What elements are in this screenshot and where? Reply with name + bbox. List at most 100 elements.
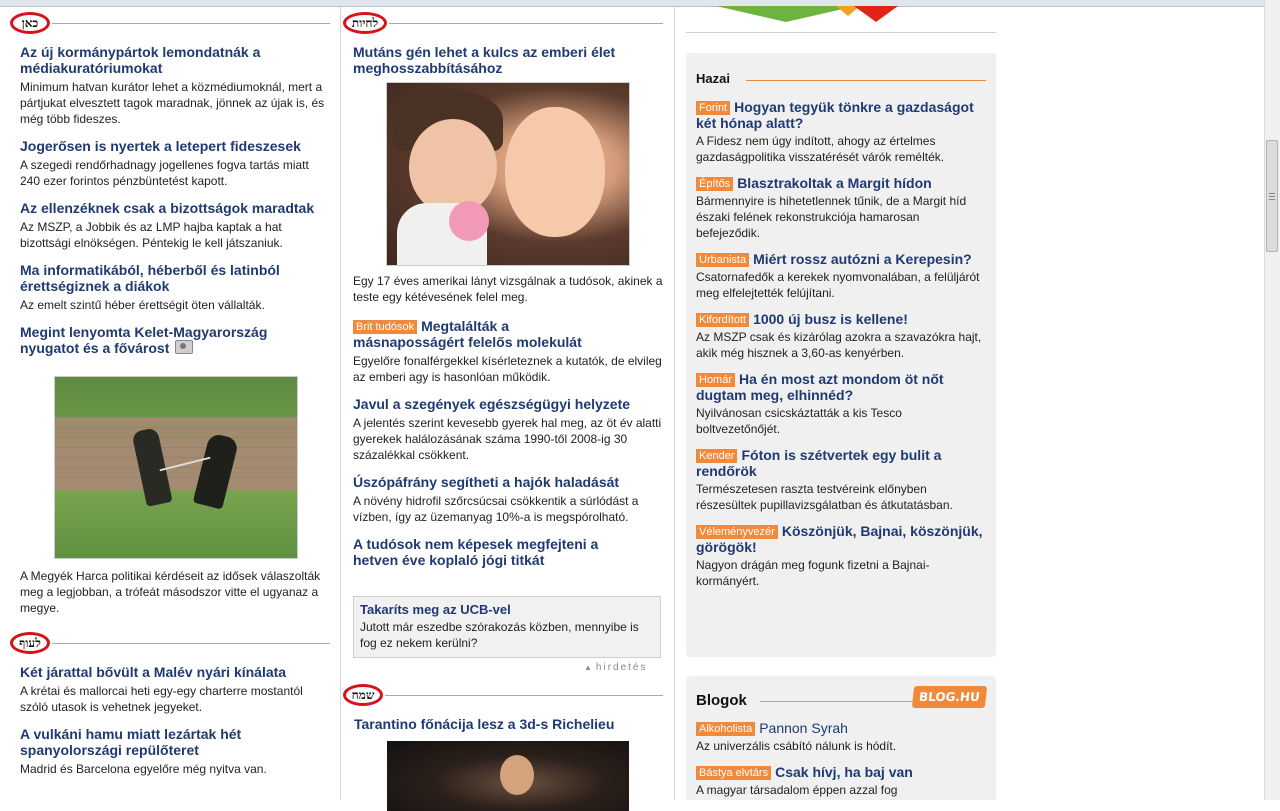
middle-articles: Egy 17 éves amerikai lányt vizsgálnak a … bbox=[353, 273, 663, 579]
article-photo-fencing[interactable] bbox=[54, 376, 298, 559]
article-title[interactable]: Jogerősen is nyertek a letepert fideszes… bbox=[20, 138, 330, 154]
article-title[interactable]: Véleményvezér Köszönjük, Bajnai, köszönjü… bbox=[696, 523, 986, 555]
article-tag[interactable]: Forint bbox=[696, 101, 731, 115]
header-graphic bbox=[716, 6, 898, 22]
article-lead: A növény hidrofil szőrcsúcsai csökkentik… bbox=[353, 494, 639, 524]
vertical-scrollbar[interactable] bbox=[1264, 0, 1280, 800]
article-title[interactable]: Alkoholista Pannon Syrah bbox=[696, 720, 986, 736]
article-tag[interactable]: Véleményvezér bbox=[696, 525, 778, 539]
article-title[interactable]: Forint Hogyan tegyük tönkre a gazdaságot … bbox=[696, 99, 986, 131]
article-title[interactable]: Javul a szegények egészségügyi helyzete bbox=[353, 396, 663, 412]
article-title[interactable]: Urbanista Miért rossz autózni a Kerepesin… bbox=[696, 251, 986, 267]
article: Építős Blasztrakoltak a Margit hídon Bárm… bbox=[696, 175, 986, 241]
article-title[interactable]: Bástya elvtárs Csak hívj, ha baj van bbox=[696, 764, 986, 780]
article: Bástya elvtárs Csak hívj, ha baj van A ma… bbox=[696, 764, 986, 798]
article-title[interactable]: Tarantino főnácija lesz a 3d-s Richelieu bbox=[354, 716, 663, 732]
article: Kender Fóton is szétvertek egy bulit a re… bbox=[696, 447, 986, 513]
article-title[interactable]: Homár Ha én most azt mondom öt nőt dugtam… bbox=[696, 371, 986, 403]
article-title[interactable]: Kifordított 1000 új busz is kellene! bbox=[696, 311, 986, 327]
article: Az új kormánypártok lemondatnák a médiak… bbox=[20, 44, 330, 127]
section-rule bbox=[52, 23, 330, 24]
article-title[interactable]: Ma informatikából, héberből és latinból … bbox=[20, 262, 310, 294]
ad-title[interactable]: Takaríts meg az UCB-vel bbox=[360, 602, 654, 618]
article-lead: Az MSZP csak és kizárólag azokra a szava… bbox=[696, 330, 982, 360]
article: Javul a szegények egészségügyi helyzete … bbox=[353, 396, 663, 463]
article: Két járattal bővült a Malév nyári kínála… bbox=[20, 664, 330, 715]
article: Véleményvezér Köszönjük, Bajnai, köszönjü… bbox=[696, 523, 986, 589]
article-lead: Az emelt szintű héber érettségit öten vá… bbox=[20, 298, 265, 312]
article: Ma informatikából, héberből és latinból … bbox=[20, 262, 330, 313]
article: Úszópáfrány segítheti a hajók haladását … bbox=[353, 474, 663, 525]
section-tag-ring[interactable]: שמח bbox=[343, 684, 383, 706]
article-tag[interactable]: Homár bbox=[696, 373, 736, 387]
article: Egy 17 éves amerikai lányt vizsgálnak a … bbox=[353, 273, 663, 305]
article-lead: A jelentés szerint kevesebb gyerek hal m… bbox=[353, 416, 662, 462]
article: Alkoholista Pannon Syrah Az univerzális c… bbox=[696, 720, 986, 754]
browser-top-border bbox=[0, 6, 1264, 7]
article-lead: A magyar társadalom éppen azzal fog bbox=[696, 783, 898, 797]
article: Az ellenzéknek csak a bizottságok maradt… bbox=[20, 200, 330, 251]
ad-text: Jutott már eszedbe szórakozás közben, me… bbox=[360, 620, 639, 650]
article-title-text: 1000 új busz is kellene! bbox=[753, 311, 908, 327]
article-title[interactable]: Megint lenyomta Kelet-Magyarország nyuga… bbox=[20, 324, 300, 356]
article-lead: A szegedi rendőrhadnagy jogellenes fogva… bbox=[20, 158, 309, 188]
scrollbar-grip-icon bbox=[1269, 193, 1275, 201]
article-tag[interactable]: Kifordított bbox=[696, 313, 750, 327]
article: Jogerősen is nyertek a letepert fideszes… bbox=[20, 138, 330, 189]
panel-title: Blogok bbox=[696, 692, 747, 709]
article-tag[interactable]: Építős bbox=[696, 177, 734, 191]
panel-rule bbox=[746, 80, 986, 81]
article: A tudósok nem képesek megfejteni a hetve… bbox=[353, 536, 663, 568]
photo-gallery-icon bbox=[175, 340, 194, 354]
article-title-text: Hogyan tegyük tönkre a gazdaságot két hó… bbox=[696, 99, 974, 131]
article: Brit tudósok Megtalálták a másnaposságért… bbox=[353, 318, 663, 385]
section-tag-ring[interactable]: לעוף bbox=[10, 632, 50, 654]
panel-header: Hazai bbox=[696, 69, 986, 95]
article-lead-block: A Megyék Harca politikai kérdéseit az id… bbox=[20, 565, 330, 616]
ad-box[interactable]: Takaríts meg az UCB-vel Jutott már eszed… bbox=[353, 596, 661, 658]
article: A vulkáni hamu miatt lezártak hét spanyo… bbox=[20, 726, 330, 777]
article-tag[interactable]: Urbanista bbox=[696, 253, 750, 267]
article-title-text: Csak hívj, ha baj van bbox=[775, 764, 913, 780]
article-tag[interactable]: Kender bbox=[696, 449, 738, 463]
article-lead: Az MSZP, a Jobbik és az LMP hajba kaptak… bbox=[20, 220, 283, 250]
right-column-rule bbox=[686, 32, 996, 33]
article-tag[interactable]: Bástya elvtárs bbox=[696, 766, 772, 780]
panel-header: Blogok BLOG.HU bbox=[696, 686, 988, 716]
article-title[interactable]: Az ellenzéknek csak a bizottságok maradt… bbox=[20, 200, 330, 216]
article-photo-movie[interactable] bbox=[387, 741, 629, 811]
article-title[interactable]: Kender Fóton is szétvertek egy bulit a re… bbox=[696, 447, 986, 479]
section-rule bbox=[389, 23, 663, 24]
section-tag-ring[interactable]: לחיות bbox=[343, 12, 387, 34]
article: Megint lenyomta Kelet-Magyarország nyuga… bbox=[20, 324, 330, 356]
article-lead: Egyelőre fonalférgekkel kísérleteznek a … bbox=[353, 354, 662, 384]
article-lead: Természetesen raszta testvéreink előnybe… bbox=[696, 482, 953, 512]
article-tag[interactable]: Brit tudósok bbox=[353, 320, 418, 334]
article-title[interactable]: Két járattal bővült a Malév nyári kínála… bbox=[20, 664, 330, 680]
article-title[interactable]: Brit tudósok Megtalálták a másnaposságért… bbox=[353, 318, 623, 350]
article-photo-girls[interactable] bbox=[386, 82, 630, 266]
article: Kifordított 1000 új busz is kellene! Az M… bbox=[696, 311, 986, 361]
article-tag[interactable]: Alkoholista bbox=[696, 722, 756, 736]
article-title[interactable]: Úszópáfrány segítheti a hajók haladását bbox=[353, 474, 663, 490]
article-title-text: Pannon Syrah bbox=[759, 720, 848, 736]
hazai-panel: Hazai Forint Hogyan tegyük tönkre a gazda… bbox=[686, 53, 996, 657]
article-lead: A Megyék Harca politikai kérdéseit az id… bbox=[20, 569, 321, 615]
blogok-panel: Blogok BLOG.HU Alkoholista Pannon Syrah A… bbox=[686, 676, 996, 800]
article: Urbanista Miért rossz autózni a Kerepesin… bbox=[696, 251, 986, 301]
article-lead: Nyilvánosan csicskáztatták a kis Tesco b… bbox=[696, 406, 902, 436]
blog-hu-logo[interactable]: BLOG.HU bbox=[912, 686, 988, 708]
column-divider-1 bbox=[340, 7, 341, 800]
article-title[interactable]: A tudósok nem képesek megfejteni a hetve… bbox=[353, 536, 613, 568]
section-rule bbox=[385, 695, 663, 696]
article-title[interactable]: Építős Blasztrakoltak a Margit hídon bbox=[696, 175, 986, 191]
article-title[interactable]: A vulkáni hamu miatt lezártak hét spanyo… bbox=[20, 726, 280, 758]
left-bottom-section: לעוף Két járattal bővült a Malév nyári k… bbox=[10, 630, 330, 788]
panel-title: Hazai bbox=[696, 71, 730, 86]
section-header-mid-bottom: שמח bbox=[343, 682, 663, 708]
article-title[interactable]: Az új kormánypártok lemondatnák a médiak… bbox=[20, 44, 270, 76]
article-title[interactable]: Mutáns gén lehet a kulcs az emberi élet … bbox=[353, 44, 623, 76]
article-lead: Madrid és Barcelona egyelőre még nyitva … bbox=[20, 762, 267, 776]
section-tag-ring[interactable]: כאן bbox=[10, 12, 50, 34]
ad-arrow-icon: ▲ bbox=[584, 663, 594, 672]
